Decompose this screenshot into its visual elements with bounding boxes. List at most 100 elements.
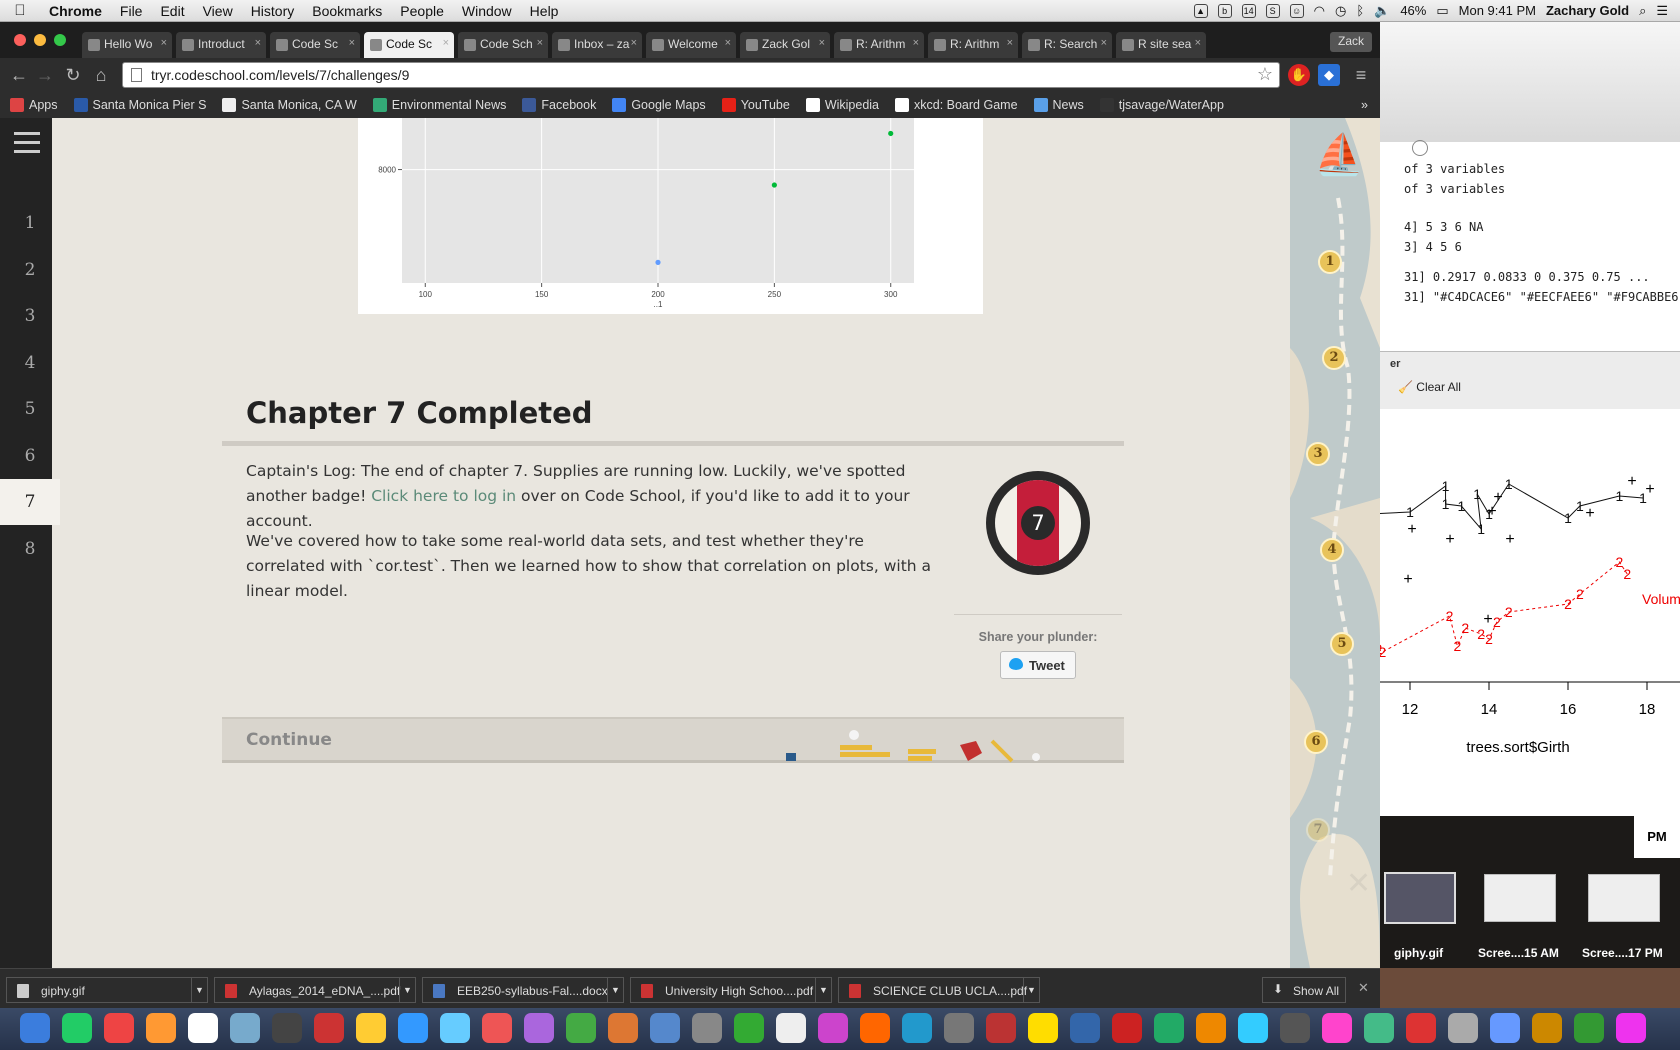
dock-app-icon[interactable] (524, 1013, 554, 1043)
dock-app-icon[interactable] (1364, 1013, 1394, 1043)
tab[interactable]: Inbox – za × (552, 32, 642, 58)
dock-app-icon[interactable] (398, 1013, 428, 1043)
menu-help[interactable]: Help (521, 3, 568, 19)
bookmark-item[interactable]: YouTube (721, 98, 790, 112)
tab[interactable]: Zack Gol × (740, 32, 830, 58)
download-options-icon[interactable]: ▼ (191, 978, 207, 1002)
map-stop-3[interactable]: 3 (1306, 442, 1330, 466)
tab[interactable]: Hello Wo × (82, 32, 172, 58)
close-map-icon[interactable]: ✕ (1346, 866, 1371, 901)
dock-app-icon[interactable] (62, 1013, 92, 1043)
accessibility-icon[interactable]: ☺ (1289, 3, 1304, 18)
drive-icon[interactable]: ▲ (1193, 3, 1208, 18)
dock-app-icon[interactable] (1154, 1013, 1184, 1043)
battery-percent[interactable]: 46% (1400, 3, 1426, 18)
dock-app-icon[interactable] (272, 1013, 302, 1043)
tab-close-icon[interactable]: × (349, 37, 355, 49)
extension-icon[interactable]: ◆ (1318, 64, 1340, 86)
level-link-2[interactable]: 2 (0, 247, 60, 293)
dock-app-icon[interactable] (986, 1013, 1016, 1043)
tab-close-icon[interactable]: × (631, 37, 637, 49)
bookmark-item[interactable]: Santa Monica Pier S (73, 98, 206, 112)
shield-icon[interactable]: S (1265, 3, 1280, 18)
tab-close-icon[interactable]: × (1101, 37, 1107, 49)
bookmark-star-icon[interactable]: ☆ (1257, 64, 1273, 85)
dock-app-icon[interactable] (818, 1013, 848, 1043)
map-stop-1[interactable]: 1 (1318, 250, 1342, 274)
map-stop-5[interactable]: 5 (1330, 632, 1354, 656)
zoom-window-button[interactable] (54, 34, 66, 46)
dock-app-icon[interactable] (1280, 1013, 1310, 1043)
level-link-4[interactable]: 4 (0, 340, 60, 386)
login-link[interactable]: Click here to log in (371, 487, 516, 505)
bing-icon[interactable]: b (1217, 3, 1232, 18)
desktop-file-label[interactable]: Scree....15 AM (1478, 946, 1559, 960)
dock-app-icon[interactable] (1322, 1013, 1352, 1043)
battery-icon[interactable]: ▭ (1436, 3, 1448, 19)
desktop-file-label[interactable]: Scree....17 PM (1582, 946, 1663, 960)
dock-app-icon[interactable] (650, 1013, 680, 1043)
download-options-icon[interactable]: ▼ (815, 978, 831, 1002)
tab[interactable]: Welcome × (646, 32, 736, 58)
download-item[interactable]: Aylagas_2014_eDNA_....pdf ▼ (214, 977, 416, 1003)
dock-app-icon[interactable] (1574, 1013, 1604, 1043)
download-options-icon[interactable]: ▼ (399, 978, 415, 1002)
map-stop-2[interactable]: 2 (1322, 346, 1346, 370)
dock-app-icon[interactable] (1448, 1013, 1478, 1043)
menu-window[interactable]: Window (453, 3, 521, 19)
tab[interactable]: R: Arithm × (928, 32, 1018, 58)
dock-app-icon[interactable] (1490, 1013, 1520, 1043)
close-shelf-icon[interactable]: ✕ (1358, 980, 1369, 996)
level-link-6[interactable]: 6 (0, 433, 60, 479)
tab-close-icon[interactable]: × (255, 37, 261, 49)
reload-icon[interactable]: ↻ (62, 64, 84, 86)
dock-app-icon[interactable] (146, 1013, 176, 1043)
desktop-file-label[interactable]: giphy.gif (1394, 946, 1443, 960)
profile-button[interactable]: Zack (1329, 32, 1372, 52)
hamburger-menu-icon[interactable] (14, 132, 40, 159)
dock-app-icon[interactable] (566, 1013, 596, 1043)
dock-app-icon[interactable] (356, 1013, 386, 1043)
bookmark-item[interactable]: tjsavage/WaterApp (1099, 98, 1224, 112)
tab-close-icon[interactable]: × (819, 37, 825, 49)
tweet-button[interactable]: Tweet (1000, 651, 1076, 679)
menu-app[interactable]: Chrome (40, 3, 111, 19)
menu-people[interactable]: People (391, 3, 453, 19)
bookmark-item[interactable]: Environmental News (372, 98, 506, 112)
download-options-icon[interactable]: ▼ (607, 978, 623, 1002)
tab-close-icon[interactable]: × (913, 37, 919, 49)
dock-app-icon[interactable] (1070, 1013, 1100, 1043)
menu-edit[interactable]: Edit (151, 3, 193, 19)
dock-app-icon[interactable] (692, 1013, 722, 1043)
time-machine-icon[interactable]: ◷ (1335, 3, 1346, 19)
bookmark-item[interactable]: Apps (10, 98, 58, 112)
dock-app-icon[interactable] (482, 1013, 512, 1043)
bookmark-item[interactable]: Facebook (522, 98, 596, 112)
menu-view[interactable]: View (194, 3, 242, 19)
tab[interactable]: Code Sc × (364, 32, 454, 58)
dock-app-icon[interactable] (776, 1013, 806, 1043)
download-options-icon[interactable]: ▼ (1023, 978, 1039, 1002)
dock-app-icon[interactable] (314, 1013, 344, 1043)
dock-app-icon[interactable] (944, 1013, 974, 1043)
bookmarks-overflow-icon[interactable]: » (1361, 98, 1380, 112)
bookmark-item[interactable]: Wikipedia (805, 98, 879, 112)
menu-bookmarks[interactable]: Bookmarks (303, 3, 391, 19)
tab-close-icon[interactable]: × (443, 37, 449, 49)
bookmark-item[interactable]: Santa Monica, CA W (222, 98, 357, 112)
forward-icon[interactable]: → (34, 64, 56, 86)
address-bar[interactable]: tryr.codeschool.com/levels/7/challenges/… (122, 62, 1280, 88)
level-link-5[interactable]: 5 (0, 386, 60, 432)
wifi-icon[interactable]: ◠ (1314, 3, 1325, 19)
level-link-1[interactable]: 1 (0, 200, 60, 246)
tab[interactable]: Code Sc × (270, 32, 360, 58)
tab-close-icon[interactable]: × (725, 37, 731, 49)
tab-close-icon[interactable]: × (1007, 37, 1013, 49)
spotlight-icon[interactable]: ⌕ (1639, 3, 1646, 19)
apple-icon[interactable]:  (0, 2, 40, 19)
tab[interactable]: R site sea × (1116, 32, 1206, 58)
user-name[interactable]: Zachary Gold (1546, 3, 1629, 18)
dock-app-icon[interactable] (104, 1013, 134, 1043)
r-refresh-icon[interactable] (1412, 140, 1428, 156)
dock-app-icon[interactable] (1406, 1013, 1436, 1043)
